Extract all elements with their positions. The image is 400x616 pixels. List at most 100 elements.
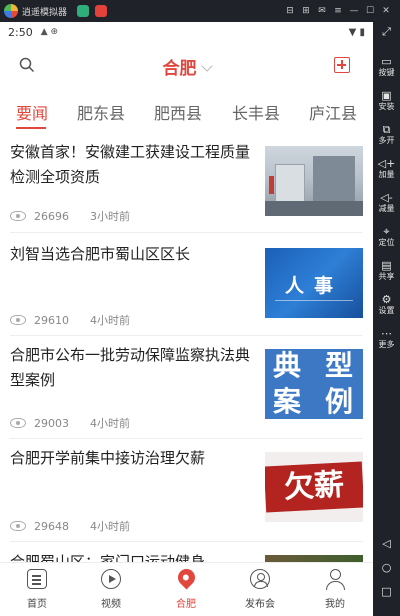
share-button[interactable]: ▤ 共享 xyxy=(373,260,400,282)
sidebar-label: 定位 xyxy=(378,238,395,247)
settings-button[interactable]: ⚙ 设置 xyxy=(373,294,400,316)
divider xyxy=(10,541,363,542)
profile-icon xyxy=(325,569,345,590)
thumbnail-text: 人事 xyxy=(284,275,343,297)
home-button[interactable]: ○ xyxy=(373,562,400,574)
tab-changfeng[interactable]: 长丰县 xyxy=(232,100,280,124)
multi-instance-button[interactable]: ⧉ 多开 xyxy=(373,124,400,146)
gear-icon: ⚙ xyxy=(381,293,392,306)
window-controls: ⊟ ⊞ ✉ ≡ — ☐ ✕ xyxy=(282,0,394,22)
location-button[interactable]: ⌖ 定位 xyxy=(373,226,400,248)
eye-icon xyxy=(10,315,26,325)
eye-icon xyxy=(10,521,26,531)
news-title: 安徽首家！安徽建工获建设工程质量检测全项资质 xyxy=(10,143,251,186)
active-tab-indicator xyxy=(16,127,46,129)
volume-up-button[interactable]: ◁+ 加量 xyxy=(373,158,400,180)
location-icon: ⌖ xyxy=(383,225,390,238)
tab-lujiang[interactable]: 庐江县 xyxy=(309,100,357,124)
sidebar-label: 设置 xyxy=(378,306,395,315)
thumbnail-text: 案 xyxy=(273,385,302,418)
keymap-button[interactable]: ▭ 按键 xyxy=(373,56,400,78)
nav-label: 发布会 xyxy=(245,599,275,610)
nav-me[interactable]: 我的 xyxy=(298,563,372,616)
video-icon xyxy=(101,569,121,589)
app-tab-icon[interactable] xyxy=(77,5,90,17)
divider xyxy=(10,232,363,233)
add-icon[interactable] xyxy=(334,57,350,73)
publish-time: 4小时前 xyxy=(90,314,130,327)
eye-icon xyxy=(10,211,26,221)
maximize-button[interactable]: ☐ xyxy=(362,6,378,16)
news-thumbnail: 人事 xyxy=(265,248,363,318)
news-title: 合肥市公布一批劳动保障监察执法典型案例 xyxy=(10,346,251,389)
view-count: 29610 xyxy=(34,313,69,327)
nav-label: 视频 xyxy=(101,599,121,610)
city-name: 合肥 xyxy=(162,59,197,79)
divider xyxy=(10,438,363,439)
news-meta: 29610 4小时前 xyxy=(10,312,130,328)
app-header: 合肥 xyxy=(0,42,373,88)
mail-icon[interactable]: ✉ xyxy=(314,6,330,16)
status-bar: 2:50 ▲ ⊕ ▼ ▮ xyxy=(0,22,373,42)
menu-icon[interactable]: ≡ xyxy=(330,6,346,16)
apk-icon: ▣ xyxy=(381,89,392,102)
close-button[interactable]: ✕ xyxy=(378,6,394,16)
publish-time: 4小时前 xyxy=(90,520,130,533)
folder-icon: ▤ xyxy=(381,259,392,272)
signal-battery-icon: ▼ ▮ xyxy=(348,26,365,38)
news-meta: 26696 3小时前 xyxy=(10,208,130,224)
sidebar-label: 更多 xyxy=(378,340,395,349)
emulator-titlebar: 逍遥模拟器 ⊟ ⊞ ✉ ≡ — ☐ ✕ xyxy=(0,0,400,22)
news-title: 刘智当选合肥市蜀山区区长 xyxy=(10,245,191,263)
home-icon xyxy=(27,569,47,589)
tab-yaowen[interactable]: 要闻 xyxy=(16,100,48,124)
volume-down-button[interactable]: ◁- 减量 xyxy=(373,192,400,214)
thumbnail-text: 例 xyxy=(325,385,354,418)
publish-time: 3小时前 xyxy=(90,210,130,223)
nav-label: 首页 xyxy=(27,599,47,610)
back-button[interactable]: ◁ xyxy=(373,538,400,550)
status-time: 2:50 xyxy=(8,25,33,39)
nav-hefei[interactable]: 合肥 xyxy=(149,563,223,616)
volume-down-icon: ◁- xyxy=(380,191,393,204)
city-selector[interactable]: 合肥 xyxy=(0,54,373,79)
news-title: 合肥开学前集中接访治理欠薪 xyxy=(10,449,206,467)
thumbnail-text: 型 xyxy=(325,349,354,382)
news-thumbnail: 典 型 案 例 xyxy=(265,349,363,419)
recents-button[interactable]: □ xyxy=(373,586,400,598)
tab-feixi[interactable]: 肥西县 xyxy=(154,100,202,124)
region-tabs: 要闻 肥东县 肥西县 长丰县 庐江县 xyxy=(0,88,373,136)
news-meta: 29648 4小时前 xyxy=(10,518,130,534)
fullscreen-button[interactable]: ⤢ xyxy=(373,26,400,38)
back-icon: ◁ xyxy=(382,537,391,550)
news-thumbnail: 欠薪 xyxy=(265,452,363,522)
location-pin-icon xyxy=(174,565,199,590)
keyboard-icon[interactable]: ⊟ xyxy=(282,6,298,16)
nav-label: 合肥 xyxy=(176,599,196,610)
screen-icon[interactable]: ⊞ xyxy=(298,6,314,16)
sidebar-label: 共享 xyxy=(378,272,395,281)
news-meta: 29003 4小时前 xyxy=(10,415,130,431)
chevron-down-icon xyxy=(200,60,213,72)
app-tab-active-icon[interactable] xyxy=(95,5,108,17)
multi-window-icon: ⧉ xyxy=(382,123,391,136)
nav-conference[interactable]: 发布会 xyxy=(223,563,297,616)
bottom-nav: 首页 视频 合肥 发布会 我的 xyxy=(0,562,373,616)
thumbnail-text: 典 xyxy=(273,349,302,382)
emulator-title: 逍遥模拟器 xyxy=(22,7,68,18)
minimize-button[interactable]: — xyxy=(346,6,362,16)
conference-icon xyxy=(250,569,270,589)
emulator-logo-icon xyxy=(4,4,18,18)
install-button[interactable]: ▣ 安装 xyxy=(373,90,400,112)
more-icon: ⋯ xyxy=(381,327,392,340)
sidebar-label: 减量 xyxy=(378,204,395,213)
view-count: 29648 xyxy=(34,519,69,533)
nav-home[interactable]: 首页 xyxy=(0,563,74,616)
nav-video[interactable]: 视频 xyxy=(74,563,148,616)
publish-time: 4小时前 xyxy=(90,417,130,430)
tab-feidong[interactable]: 肥东县 xyxy=(77,100,125,124)
more-button[interactable]: ⋯ 更多 xyxy=(373,328,400,350)
sidebar-label: 安装 xyxy=(378,102,395,111)
view-count: 26696 xyxy=(34,209,69,223)
keyboard-icon: ▭ xyxy=(381,55,392,68)
